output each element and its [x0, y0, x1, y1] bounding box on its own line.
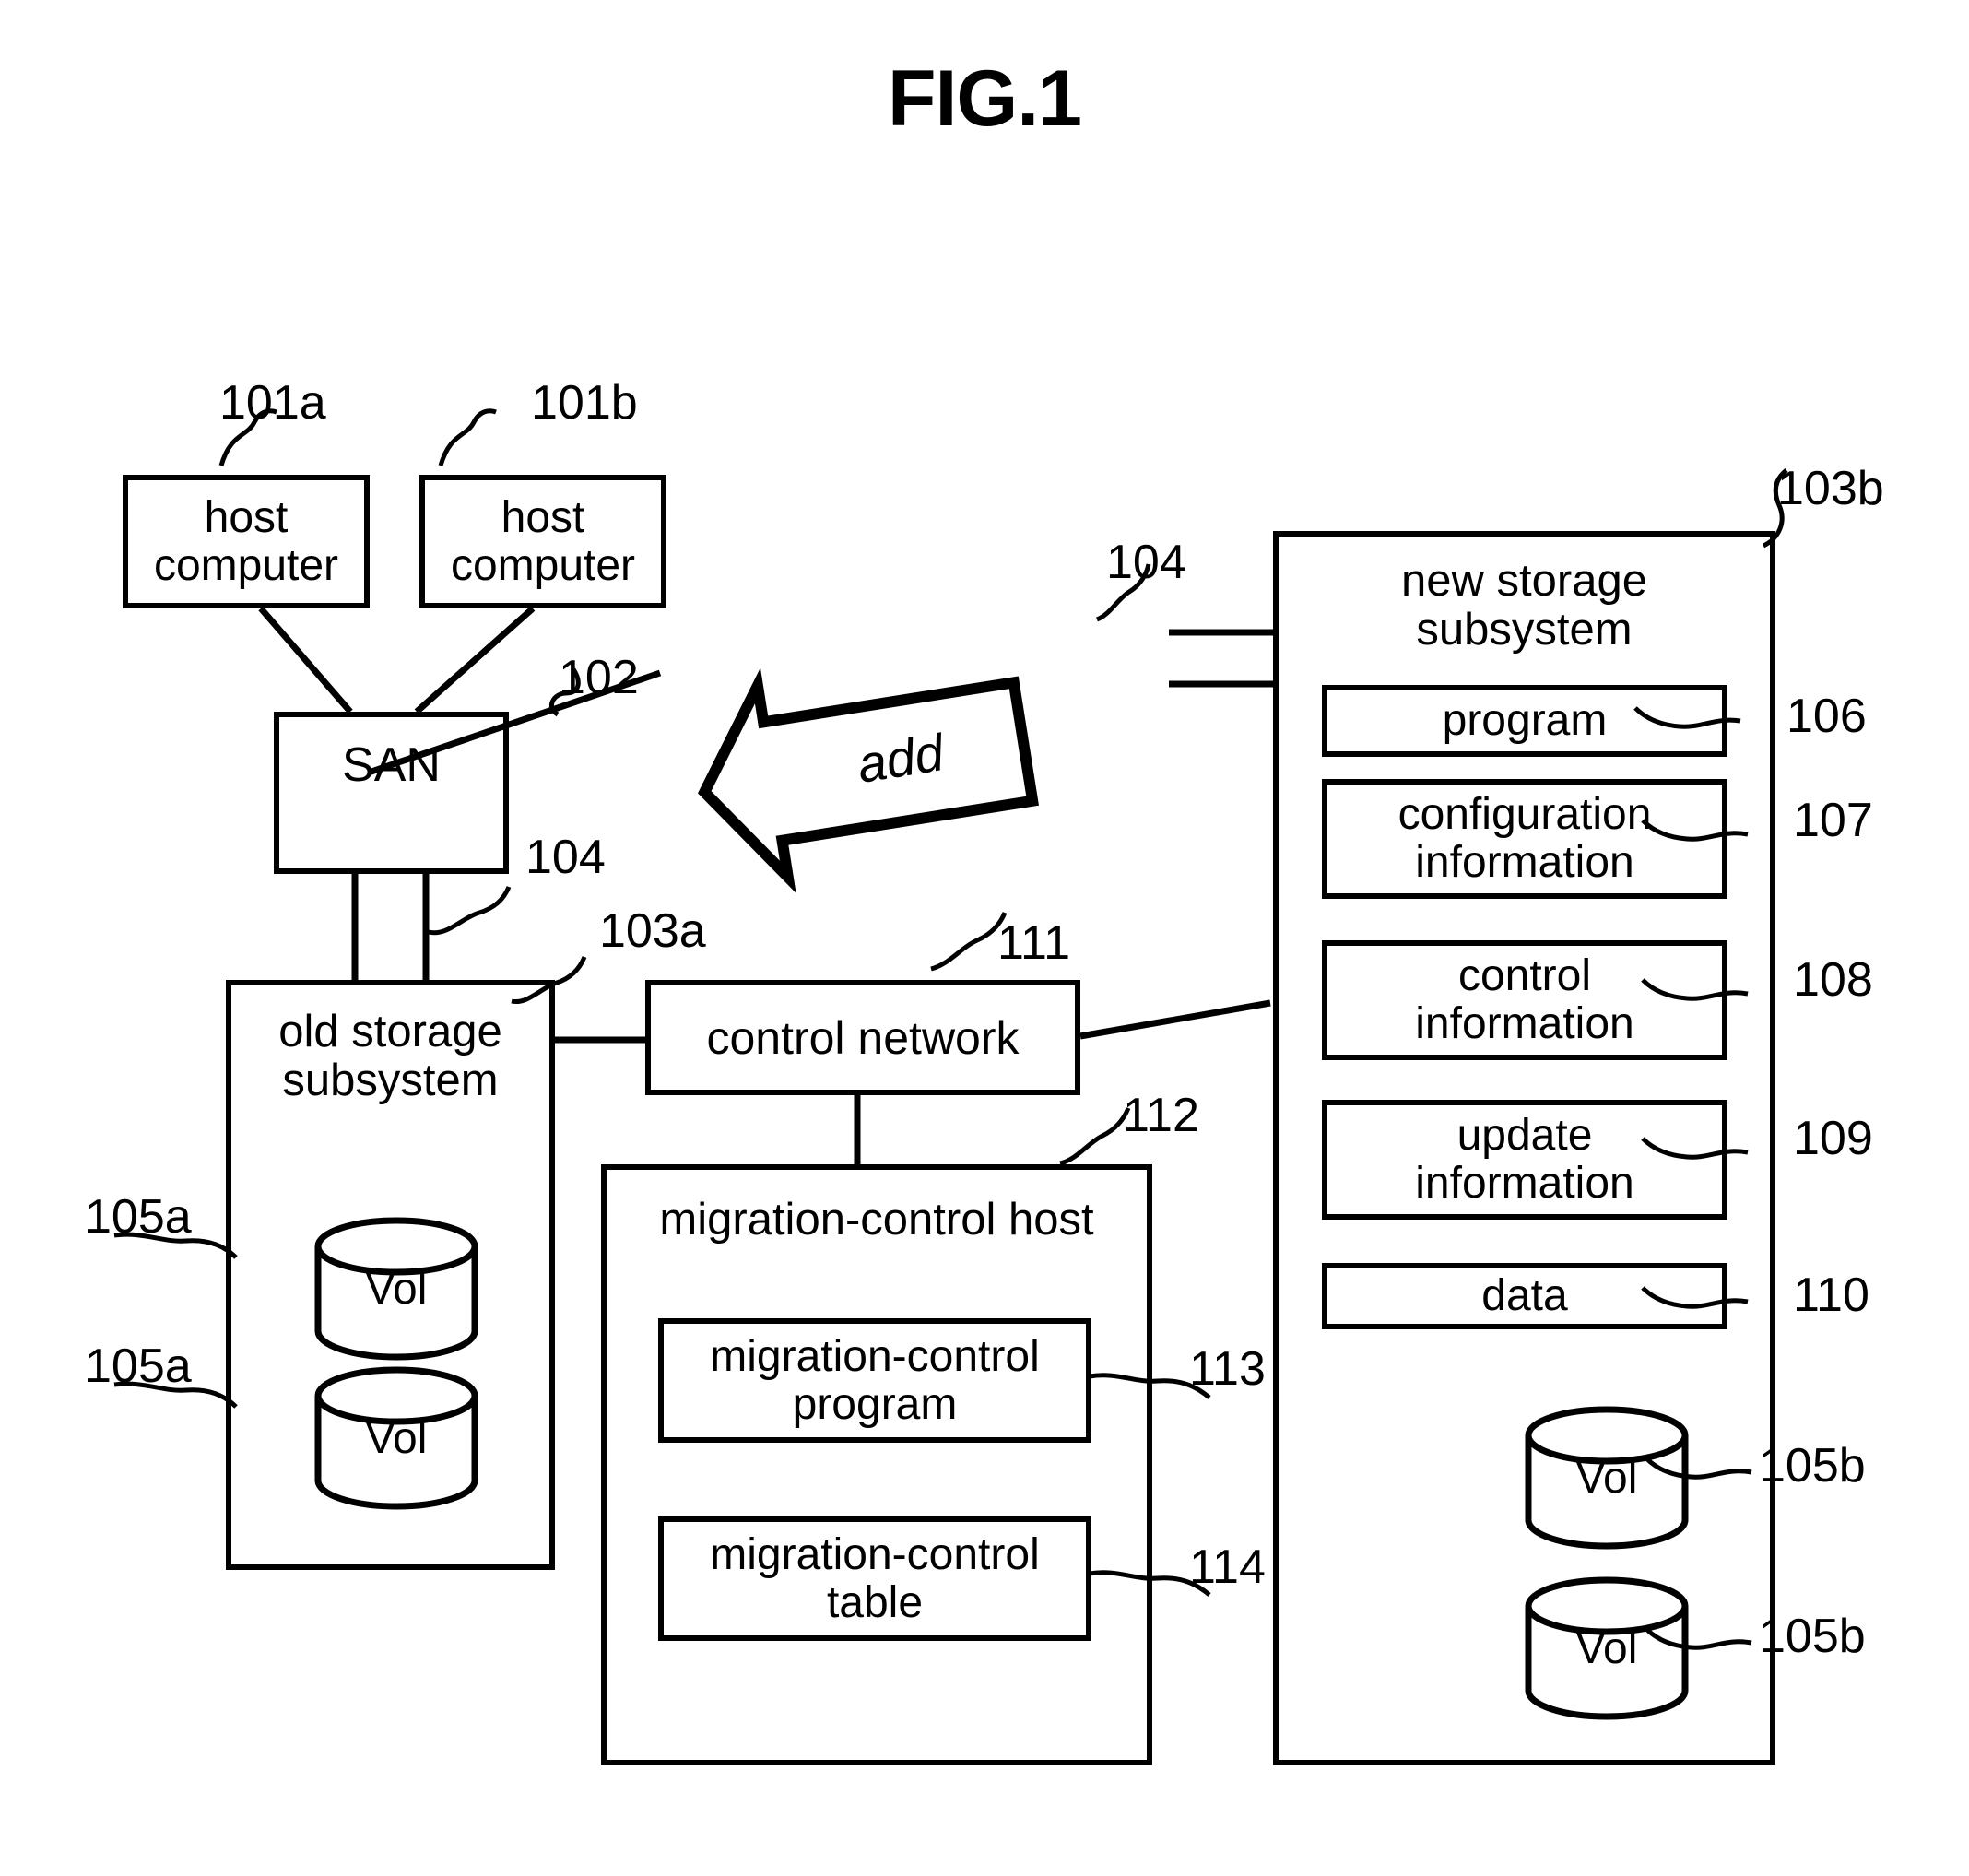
new-storage-item-configuration-box: configuration information — [1322, 779, 1727, 899]
migration-control-host-box: migration-control host — [601, 1164, 1152, 1765]
ref-104-old-link: 104 — [525, 831, 606, 884]
migration-control-host-title: migration-control host — [659, 1195, 1094, 1245]
link-host-a-to-san — [258, 606, 353, 714]
control-network-label: control network — [706, 1011, 1020, 1064]
migration-control-program-label-line2: program — [792, 1379, 958, 1429]
old-storage-label-line1: old storage — [278, 1007, 502, 1056]
ref-101a: 101a — [219, 376, 326, 430]
ref-105a-2: 105a — [85, 1339, 192, 1393]
leader-112 — [1059, 1107, 1131, 1166]
old-storage-volume-2-label: Vol — [365, 1413, 428, 1463]
ref-109: 109 — [1793, 1112, 1873, 1165]
ref-103b: 103b — [1777, 462, 1884, 515]
new-storage-item-data-box: data — [1322, 1263, 1727, 1329]
new-storage-item-configuration-label-line2: information — [1415, 838, 1634, 887]
new-storage-item-control-information-box: control information — [1322, 940, 1727, 1060]
ref-105b-2: 105b — [1759, 1610, 1866, 1663]
host-computer-b-label-line2: computer — [450, 540, 636, 590]
new-storage-item-update-information-box: update information — [1322, 1100, 1727, 1220]
new-storage-subsystem-title: new storage subsystem — [1279, 557, 1770, 655]
migration-control-program-label-line1: migration-control — [710, 1331, 1040, 1381]
new-storage-item-update-information-label-line2: information — [1415, 1159, 1634, 1208]
ref-112: 112 — [1123, 1089, 1199, 1142]
leader-101b — [438, 408, 497, 466]
leader-111 — [930, 912, 1008, 972]
ref-106: 106 — [1786, 690, 1867, 743]
san-label: SAN — [342, 738, 441, 792]
new-storage-volume-1-label: Vol — [1575, 1453, 1638, 1503]
ref-114: 114 — [1189, 1540, 1266, 1594]
ref-104-new-link: 104 — [1106, 536, 1186, 589]
host-computer-b-label-line1: host — [501, 492, 585, 542]
new-storage-item-control-information-label-line1: control — [1457, 951, 1592, 1001]
ref-110: 110 — [1793, 1268, 1869, 1322]
migration-control-table-box: migration-control table — [658, 1516, 1091, 1641]
leader-104-old — [428, 886, 512, 936]
host-computer-a-box: host computer — [123, 475, 370, 608]
link-host-b-to-san — [414, 606, 536, 714]
figure-title: FIG.1 — [887, 54, 1082, 143]
migration-control-table-label-line2: table — [826, 1577, 924, 1627]
ref-108: 108 — [1793, 953, 1873, 1007]
new-storage-item-program-label: program — [1442, 696, 1608, 746]
figure-page: FIG.1 host computer 101a host computer 1… — [0, 0, 1969, 1876]
ref-105a-1: 105a — [85, 1190, 192, 1244]
new-storage-label-line2: subsystem — [1416, 604, 1633, 655]
host-computer-a-label-line1: host — [204, 492, 289, 542]
san-box: SAN — [274, 712, 509, 874]
old-storage-volume-1-cylinder — [314, 1217, 478, 1361]
migration-control-program-box: migration-control program — [658, 1318, 1091, 1443]
ref-105b-1: 105b — [1759, 1439, 1866, 1493]
ref-107: 107 — [1793, 794, 1873, 847]
new-storage-item-data-label: data — [1481, 1271, 1568, 1321]
new-storage-item-control-information-label-line2: information — [1415, 999, 1634, 1048]
new-storage-label-line1: new storage — [1401, 556, 1647, 606]
host-computer-b-box: host computer — [419, 475, 666, 608]
ref-102: 102 — [559, 651, 639, 704]
host-computer-a-label-line2: computer — [153, 540, 339, 590]
ref-111: 111 — [997, 916, 1071, 970]
ref-113: 113 — [1189, 1342, 1266, 1396]
old-storage-label-line2: subsystem — [282, 1055, 499, 1105]
ref-101b: 101b — [531, 376, 638, 430]
ref-103a: 103a — [599, 904, 706, 958]
migration-control-table-label-line1: migration-control — [710, 1529, 1040, 1579]
link-control-network-to-new-storage — [1079, 999, 1271, 1040]
new-storage-item-configuration-label-line1: configuration — [1397, 790, 1652, 840]
new-storage-item-update-information-label-line1: update — [1456, 1111, 1593, 1161]
new-storage-item-program-box: program — [1322, 685, 1727, 757]
control-network-box: control network — [645, 980, 1080, 1095]
new-storage-volume-2-label: Vol — [1575, 1623, 1638, 1673]
old-storage-subsystem-title: old storage subsystem — [231, 1008, 549, 1105]
